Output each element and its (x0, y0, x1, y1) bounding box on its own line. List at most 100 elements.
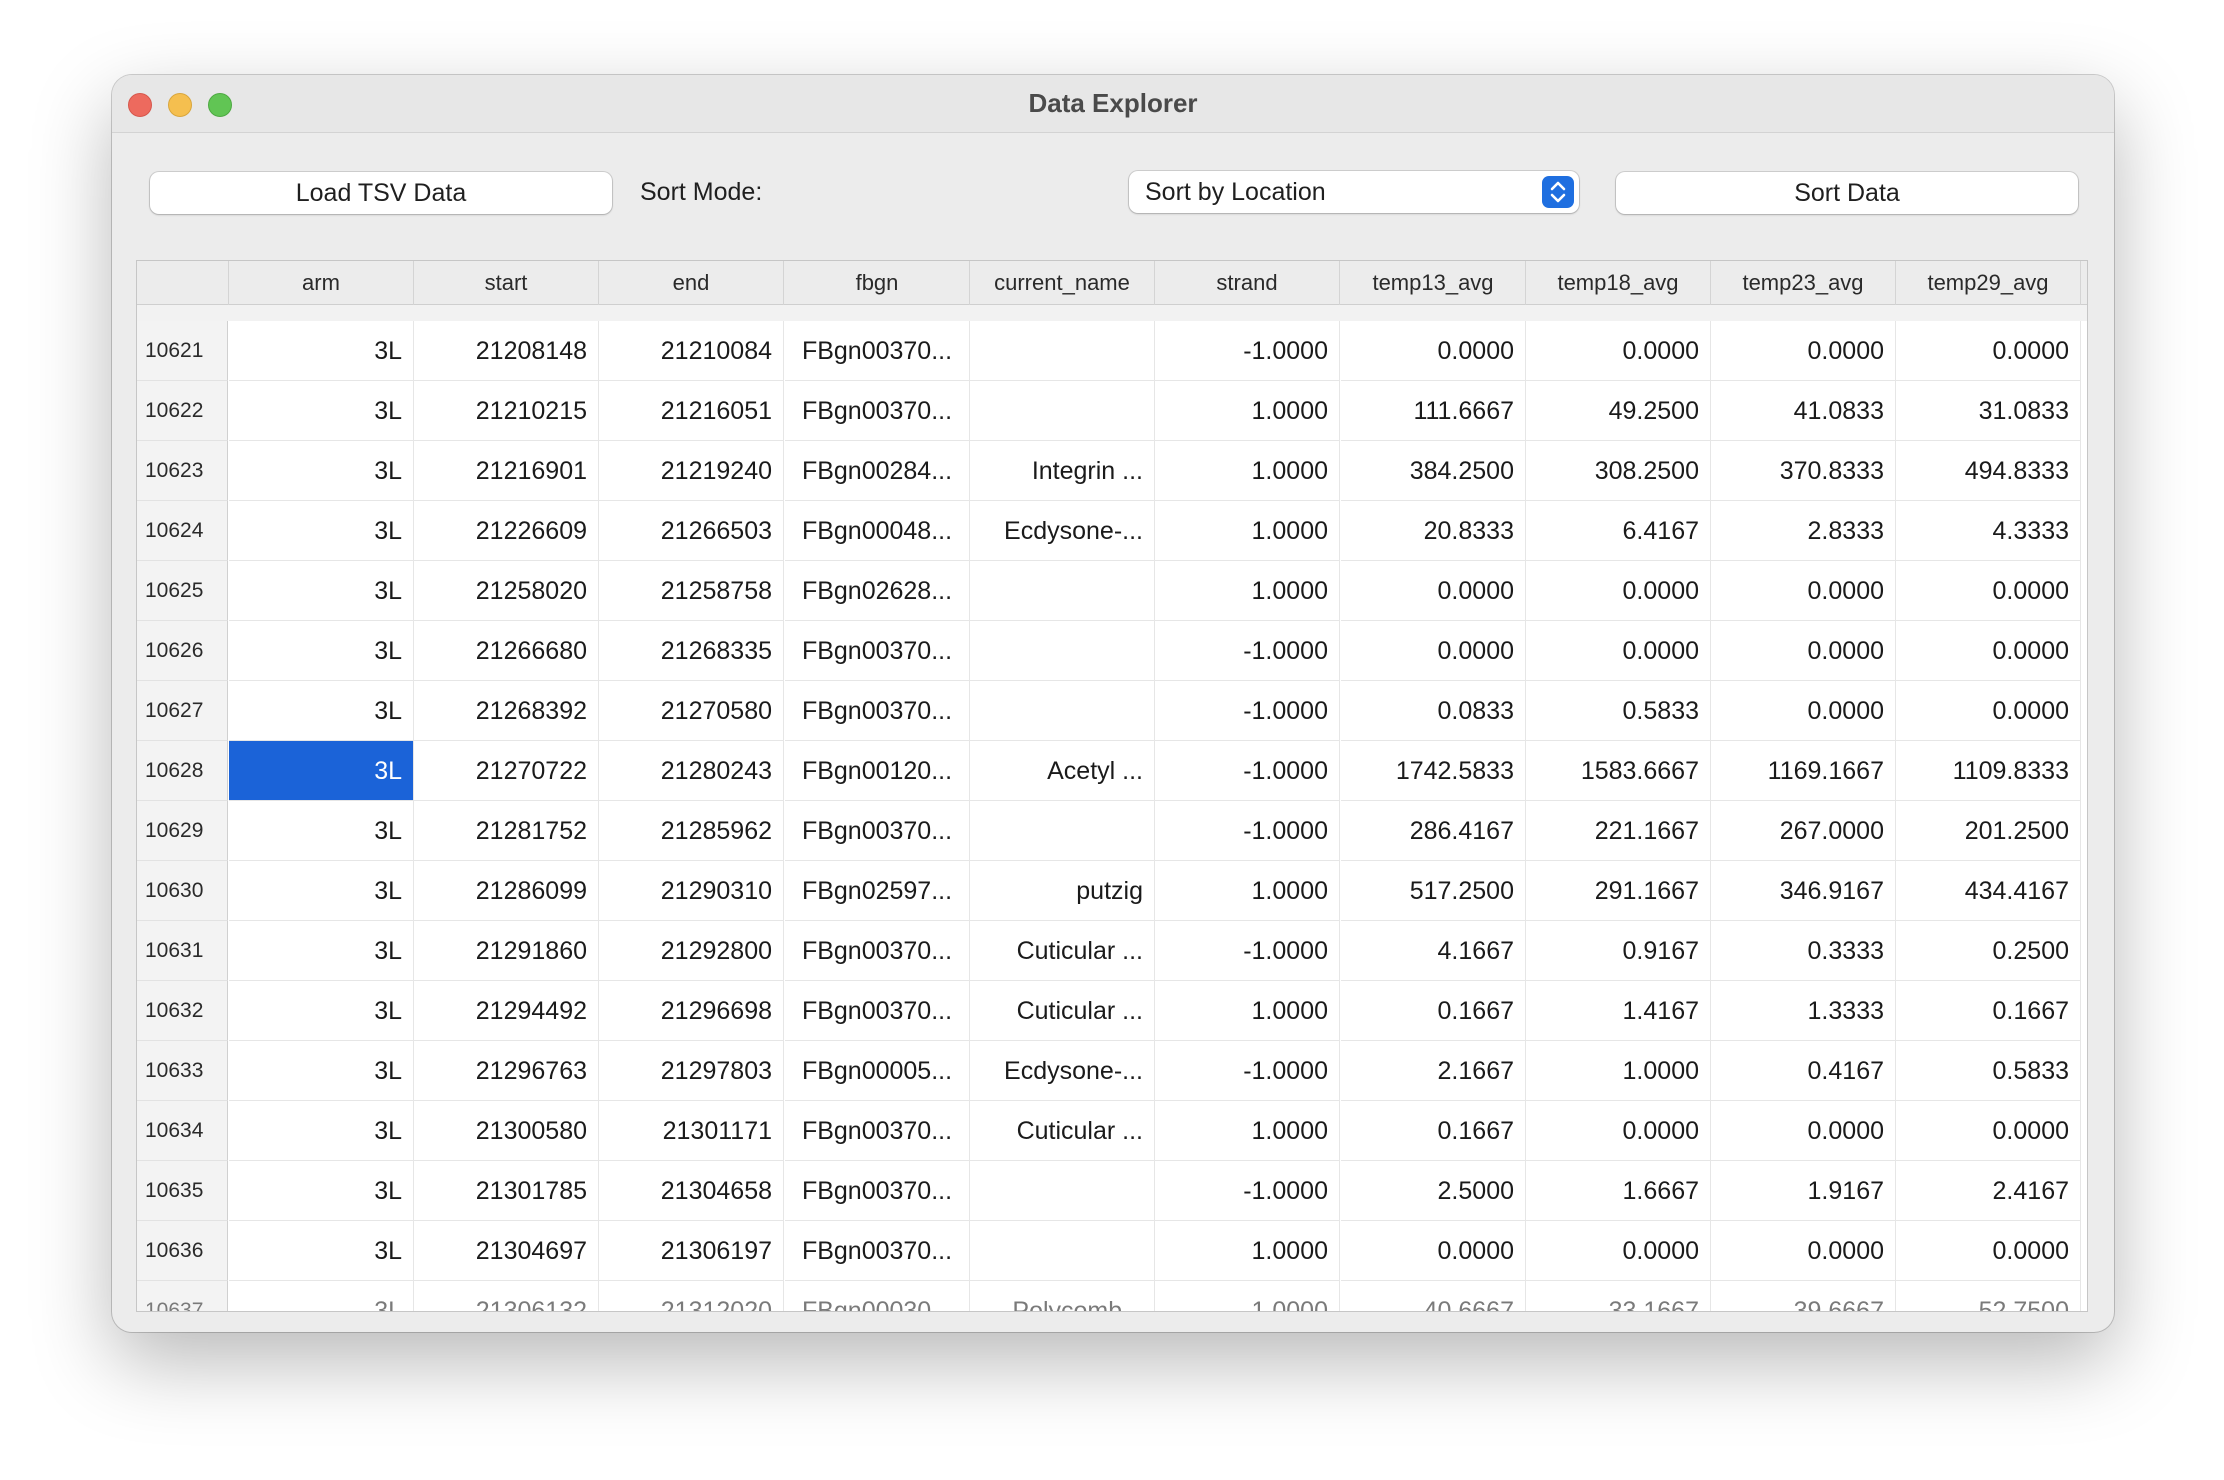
column-header-end[interactable]: end (599, 261, 784, 305)
cell-fbgn[interactable]: FBgn00370... (785, 1221, 970, 1281)
cell-arm[interactable]: 3L (229, 981, 414, 1041)
cell-temp13-avg[interactable]: 286.4167 (1341, 801, 1526, 861)
cell-arm[interactable]: 3L (229, 741, 414, 801)
cell-arm[interactable]: 3L (229, 1041, 414, 1101)
column-header-fbgn[interactable]: fbgn (785, 261, 970, 305)
cell-strand[interactable]: 1.0000 (1155, 1101, 1340, 1161)
row-index[interactable]: 10627 (137, 681, 228, 741)
cell-current-name[interactable] (970, 621, 1155, 681)
table-row[interactable]: 10635 3L 21301785 21304658 FBgn00370... -1.00… (137, 1161, 2087, 1221)
cell-start[interactable]: 21294492 (414, 981, 599, 1041)
cell-temp13-avg[interactable]: 1742.5833 (1341, 741, 1526, 801)
cell-temp13-avg[interactable]: 111.6667 (1341, 381, 1526, 441)
cell-temp23-avg[interactable]: 346.9167 (1711, 861, 1896, 921)
cell-start[interactable]: 21304697 (414, 1221, 599, 1281)
cell-temp23-avg[interactable]: 2.8333 (1711, 501, 1896, 561)
cell-temp23-avg[interactable]: 0.0000 (1711, 1221, 1896, 1281)
table-row[interactable]: 10625 3L 21258020 21258758 FBgn02628... 1.000… (137, 561, 2087, 621)
cell-start[interactable]: 21226609 (414, 501, 599, 561)
cell-fbgn[interactable]: FBgn00370... (785, 1101, 970, 1161)
cell-start[interactable]: 21258020 (414, 561, 599, 621)
cell-temp18-avg[interactable]: 1.4167 (1526, 981, 1711, 1041)
cell-current-name[interactable]: Ecdysone-... (970, 1041, 1155, 1101)
cell-strand[interactable]: -1.0000 (1155, 1041, 1340, 1101)
cell-end[interactable]: 21285962 (599, 801, 784, 861)
cell-temp18-avg[interactable]: 0.0000 (1526, 1221, 1711, 1281)
cell-start[interactable]: 21296763 (414, 1041, 599, 1101)
cell-current-name[interactable]: Cuticular ... (970, 921, 1155, 981)
cell-end[interactable]: 21268335 (599, 621, 784, 681)
table-row[interactable]: 10634 3L 21300580 21301171 FBgn00370... Cutic… (137, 1101, 2087, 1161)
column-header-arm[interactable]: arm (229, 261, 414, 305)
cell-strand[interactable]: -1.0000 (1155, 921, 1340, 981)
cell-current-name[interactable] (970, 801, 1155, 861)
row-index[interactable]: 10623 (137, 441, 228, 501)
table-row[interactable]: 10623 3L 21216901 21219240 FBgn00284... Integ… (137, 441, 2087, 501)
cell-end[interactable]: 21280243 (599, 741, 784, 801)
cell-temp23-avg[interactable]: 0.0000 (1711, 1101, 1896, 1161)
cell-current-name[interactable]: Cuticular ... (970, 981, 1155, 1041)
table-row[interactable]: 10636 3L 21304697 21306197 FBgn00370... 1.000… (137, 1221, 2087, 1281)
cell-current-name[interactable]: Acetyl ... (970, 741, 1155, 801)
table-row[interactable]: 10628 3L 21270722 21280243 FBgn00120... Acety… (137, 741, 2087, 801)
cell-strand[interactable]: -1.0000 (1155, 621, 1340, 681)
table-row[interactable]: 10633 3L 21296763 21297803 FBgn00005... Ecdys… (137, 1041, 2087, 1101)
row-index[interactable]: 10636 (137, 1221, 228, 1281)
cell-strand[interactable]: 1.0000 (1155, 441, 1340, 501)
cell-temp29-avg[interactable]: 0.1667 (1896, 981, 2081, 1041)
cell-temp18-avg[interactable]: 0.0000 (1526, 1101, 1711, 1161)
cell-temp23-avg[interactable]: 1.3333 (1711, 981, 1896, 1041)
cell-fbgn[interactable]: FBgn00030... (785, 1281, 970, 1311)
cell-temp13-avg[interactable]: 0.1667 (1341, 1101, 1526, 1161)
cell-end[interactable]: 21297803 (599, 1041, 784, 1101)
row-index[interactable]: 10635 (137, 1161, 228, 1221)
column-header-strand[interactable]: strand (1155, 261, 1340, 305)
cell-strand[interactable]: -1.0000 (1155, 1161, 1340, 1221)
cell-current-name[interactable]: Integrin ... (970, 441, 1155, 501)
cell-temp29-avg[interactable]: 0.0000 (1896, 1221, 2081, 1281)
cell-fbgn[interactable]: FBgn00005... (785, 1041, 970, 1101)
cell-arm[interactable]: 3L (229, 441, 414, 501)
row-index[interactable]: 10628 (137, 741, 228, 801)
cell-temp29-avg[interactable]: 0.0000 (1896, 621, 2081, 681)
cell-temp29-avg[interactable]: 0.0000 (1896, 681, 2081, 741)
row-index[interactable]: 10630 (137, 861, 228, 921)
cell-start[interactable]: 21300580 (414, 1101, 599, 1161)
cell-end[interactable]: 21312020 (599, 1281, 784, 1311)
cell-temp29-avg[interactable]: 201.2500 (1896, 801, 2081, 861)
cell-temp13-avg[interactable]: 384.2500 (1341, 441, 1526, 501)
cell-temp13-avg[interactable]: 40.6667 (1341, 1281, 1526, 1311)
table-row[interactable]: 10632 3L 21294492 21296698 FBgn00370... Cutic… (137, 981, 2087, 1041)
cell-arm[interactable]: 3L (229, 801, 414, 861)
sort-mode-select[interactable]: Sort by Location (1129, 171, 1579, 213)
cell-start[interactable]: 21281752 (414, 801, 599, 861)
cell-arm[interactable]: 3L (229, 1101, 414, 1161)
cell-strand[interactable]: 1.0000 (1155, 1221, 1340, 1281)
row-index[interactable]: 10622 (137, 381, 228, 441)
row-index[interactable]: 10631 (137, 921, 228, 981)
cell-temp18-avg[interactable]: 0.9167 (1526, 921, 1711, 981)
cell-fbgn[interactable]: FBgn00370... (785, 801, 970, 861)
cell-temp23-avg[interactable]: 0.3333 (1711, 921, 1896, 981)
cell-arm[interactable]: 3L (229, 1161, 414, 1221)
cell-fbgn[interactable]: FBgn02628... (785, 561, 970, 621)
table-row[interactable]: 10627 3L 21268392 21270580 FBgn00370... -1.00… (137, 681, 2087, 741)
cell-strand[interactable]: 1.0000 (1155, 561, 1340, 621)
cell-temp29-avg[interactable]: 52.7500 (1896, 1281, 2081, 1311)
cell-temp29-avg[interactable]: 0.5833 (1896, 1041, 2081, 1101)
cell-arm[interactable]: 3L (229, 861, 414, 921)
cell-arm[interactable]: 3L (229, 561, 414, 621)
cell-current-name[interactable] (970, 1161, 1155, 1221)
cell-start[interactable]: 21216901 (414, 441, 599, 501)
cell-end[interactable]: 21216051 (599, 381, 784, 441)
cell-temp18-avg[interactable]: 1.0000 (1526, 1041, 1711, 1101)
cell-current-name[interactable]: Polycomb... (970, 1281, 1155, 1311)
cell-current-name[interactable] (970, 321, 1155, 381)
cell-temp23-avg[interactable]: 0.0000 (1711, 681, 1896, 741)
cell-temp23-avg[interactable]: 0.0000 (1711, 621, 1896, 681)
row-index[interactable]: 10634 (137, 1101, 228, 1161)
cell-strand[interactable]: 1.0000 (1155, 981, 1340, 1041)
cell-end[interactable]: 21292800 (599, 921, 784, 981)
cell-end[interactable]: 21304658 (599, 1161, 784, 1221)
cell-fbgn[interactable]: FBgn00370... (785, 381, 970, 441)
